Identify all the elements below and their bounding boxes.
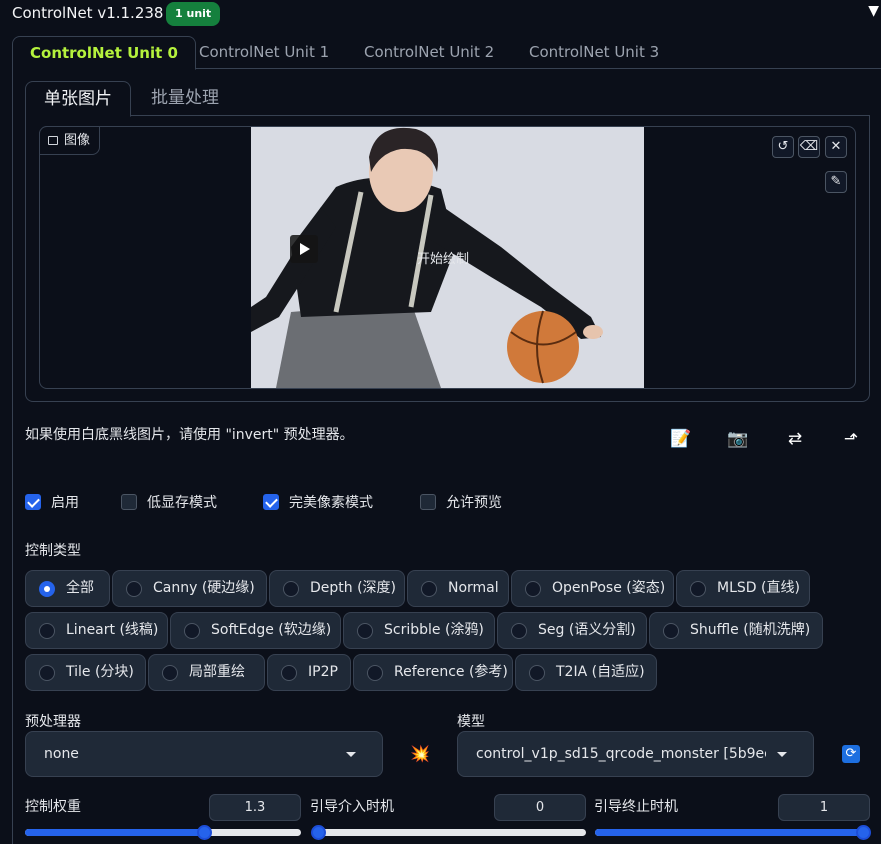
control-weight-label: 控制权重 bbox=[25, 799, 81, 815]
image-label: 图像 bbox=[39, 126, 101, 155]
explosion-icon[interactable]: 💥 bbox=[410, 744, 430, 763]
tab-unit-2[interactable]: ControlNet Unit 2 bbox=[347, 36, 511, 69]
checkbox-box[interactable] bbox=[25, 494, 41, 510]
control-type-seg[interactable]: Seg (语义分割) bbox=[497, 612, 647, 649]
unit-count-badge: 1 unit bbox=[166, 2, 221, 26]
chevron-down-icon bbox=[777, 752, 787, 757]
invert-hint: 如果使用白底黑线图片，请使用 "invert" 预处理器。 bbox=[25, 427, 354, 443]
control-type-t2ia[interactable]: T2IA (自适应) bbox=[515, 654, 657, 691]
control-type-mlsd[interactable]: MLSD (直线) bbox=[676, 570, 810, 607]
control-weight-input[interactable]: 1.3 bbox=[209, 794, 301, 821]
control-type-all[interactable]: 全部 bbox=[25, 570, 110, 607]
start-drawing-label: 开始绘制 bbox=[417, 252, 470, 267]
checkbox-box[interactable] bbox=[263, 494, 279, 510]
control-type-scribble[interactable]: Scribble (涂鸦) bbox=[343, 612, 495, 649]
guidance-end-input[interactable]: 1 bbox=[778, 794, 870, 821]
tab-single-image[interactable]: 单张图片 bbox=[25, 81, 131, 117]
controlnet-header[interactable]: ControlNet v1.1.238 1 unit ▼ bbox=[0, 0, 881, 28]
checkbox-box[interactable] bbox=[121, 494, 137, 510]
control-type-openpose[interactable]: OpenPose (姿态) bbox=[511, 570, 674, 607]
guidance-end-label: 引导终止时机 bbox=[594, 799, 678, 815]
low-vram-checkbox[interactable]: 低显存模式 bbox=[121, 493, 217, 513]
guidance-start-slider[interactable] bbox=[311, 825, 586, 840]
allow-preview-checkbox[interactable]: 允许预览 bbox=[420, 493, 502, 513]
control-weight-slider[interactable] bbox=[25, 825, 301, 840]
triangle-down-icon[interactable]: ▼ bbox=[868, 3, 879, 19]
checkbox-box[interactable] bbox=[420, 494, 436, 510]
tab-batch[interactable]: 批量处理 bbox=[133, 81, 237, 116]
brush-icon[interactable]: ✎ bbox=[825, 171, 847, 193]
control-type-normal[interactable]: Normal bbox=[407, 570, 509, 607]
tab-unit-0[interactable]: ControlNet Unit 0 bbox=[12, 36, 196, 70]
swap-icon[interactable]: ⇄ bbox=[784, 428, 806, 450]
tab-unit-1[interactable]: ControlNet Unit 1 bbox=[182, 36, 346, 69]
model-dropdown[interactable]: control_v1p_sd15_qrcode_monster [5b9eef9… bbox=[457, 731, 814, 777]
control-type-lineart[interactable]: Lineart (线稿) bbox=[25, 612, 168, 649]
guidance-end-slider[interactable] bbox=[595, 825, 871, 840]
guidance-start-label: 引导介入时机 bbox=[310, 799, 394, 815]
undo-icon[interactable]: ↺ bbox=[772, 136, 794, 158]
image-icon bbox=[48, 136, 58, 145]
close-icon[interactable]: ✕ bbox=[825, 136, 847, 158]
control-type-shuffle[interactable]: Shuffle (随机洗牌) bbox=[649, 612, 823, 649]
guidance-start-input[interactable]: 0 bbox=[494, 794, 586, 821]
control-type-label: 控制类型 bbox=[25, 543, 81, 559]
play-icon[interactable] bbox=[290, 235, 318, 263]
control-type-ip2p[interactable]: IP2P bbox=[267, 654, 351, 691]
notepad-icon[interactable]: 📝 bbox=[670, 428, 692, 450]
unit-tabs: ControlNet Unit 0 ControlNet Unit 1 Cont… bbox=[12, 36, 881, 70]
model-label: 模型 bbox=[457, 714, 485, 730]
tab-unit-3[interactable]: ControlNet Unit 3 bbox=[512, 36, 676, 69]
enable-checkbox[interactable]: 启用 bbox=[25, 493, 79, 513]
control-type-depth[interactable]: Depth (深度) bbox=[269, 570, 405, 607]
input-mode-tabs: 单张图片 批量处理 bbox=[25, 81, 870, 117]
control-type-softedge[interactable]: SoftEdge (软边缘) bbox=[170, 612, 341, 649]
camera-icon[interactable]: 📷 bbox=[727, 428, 749, 450]
control-type-reference[interactable]: Reference (参考) bbox=[353, 654, 513, 691]
control-type-inpaint[interactable]: 局部重绘 bbox=[148, 654, 265, 691]
send-dimensions-icon[interactable]: ⬏ bbox=[840, 428, 862, 450]
refresh-icon[interactable]: ⟳ bbox=[842, 745, 860, 763]
control-type-canny[interactable]: Canny (硬边缘) bbox=[112, 570, 267, 607]
eraser-icon[interactable]: ⌫ bbox=[798, 136, 820, 158]
extension-title: ControlNet v1.1.238 bbox=[12, 4, 164, 22]
chevron-down-icon bbox=[346, 752, 356, 757]
preprocessor-label: 预处理器 bbox=[25, 714, 81, 730]
control-type-tile[interactable]: Tile (分块) bbox=[25, 654, 146, 691]
preprocessor-dropdown[interactable]: none bbox=[25, 731, 383, 777]
pixel-perfect-checkbox[interactable]: 完美像素模式 bbox=[263, 493, 373, 513]
